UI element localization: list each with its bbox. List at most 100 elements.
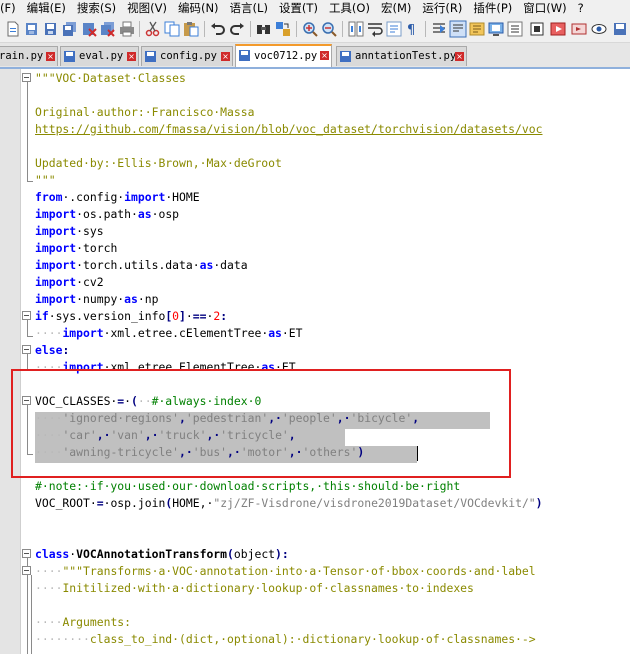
save-all-icon[interactable] <box>61 20 79 38</box>
code-line: Original·author:·Francisco·Massa <box>35 105 255 119</box>
open-icon[interactable] <box>23 20 41 38</box>
tab-config-py[interactable]: config.py × <box>141 46 233 66</box>
save-icon[interactable] <box>42 20 60 38</box>
code-line: else: <box>35 343 70 357</box>
macro-play-icon[interactable] <box>549 20 567 38</box>
fold-toggle[interactable] <box>22 73 31 82</box>
print-icon[interactable] <box>118 20 136 38</box>
menu-bar: (F) 编辑(E) 搜索(S) 视图(V) 编码(N) 语言(L) 设置(T) 工具(O) 宏(… <box>0 0 630 16</box>
code-line: import·numpy·as·np <box>35 292 159 306</box>
redo-icon[interactable] <box>228 20 246 38</box>
menu-plugins[interactable]: 插件(P) <box>467 0 517 16</box>
fold-toggle[interactable] <box>22 345 31 354</box>
tab-label: config.py <box>160 50 217 62</box>
fold-line <box>27 320 28 337</box>
toolbar-separator <box>139 21 140 37</box>
code-line: ····"""Transforms·a·VOC·annotation·into·… <box>35 564 536 578</box>
code-line: ········class_to_ind·(dict,·optional):·d… <box>35 632 536 646</box>
save-icon <box>340 51 351 62</box>
paste-icon[interactable] <box>182 20 200 38</box>
code-line: ····import·xml.etree.cElementTree·as·ET <box>35 326 303 340</box>
toolbar: ¶ <box>0 16 630 43</box>
zoom-in-icon[interactable] <box>301 20 319 38</box>
sync-scroll-icon[interactable] <box>347 20 365 38</box>
fold-toggle[interactable] <box>22 549 31 558</box>
tab-eval-py[interactable]: eval.py × <box>60 46 139 66</box>
undo-icon[interactable] <box>209 20 227 38</box>
macro-playback-icon[interactable] <box>570 20 588 38</box>
menu-encoding[interactable]: 编码(N) <box>172 0 224 16</box>
function-list-icon[interactable] <box>468 20 486 38</box>
doc-map-icon[interactable] <box>449 20 467 38</box>
indent-guide-icon[interactable]: ¶ <box>404 20 422 38</box>
toolbar-separator <box>425 21 426 37</box>
toolbar-separator <box>204 21 205 37</box>
tab-anntationtest-py[interactable]: anntationTest.py × <box>336 46 467 66</box>
tab-voc0712-py[interactable]: voc0712.py × <box>235 44 332 67</box>
cut-icon[interactable] <box>144 20 162 38</box>
code-editor[interactable]: """VOC·Dataset·Classes Original·author:·… <box>0 69 630 654</box>
save-icon <box>64 51 75 62</box>
docstring-link[interactable]: https://github.com/fmassa/vision/blob/vo… <box>35 122 542 136</box>
fold-end <box>27 336 33 337</box>
tab-label: eval.py <box>79 50 124 62</box>
close-icon[interactable]: × <box>221 52 230 61</box>
replace-icon[interactable] <box>274 20 292 38</box>
code-line: from·.config·import·HOME <box>35 190 200 204</box>
menu-help[interactable]: ? <box>572 0 589 16</box>
close-icon[interactable]: × <box>455 52 464 61</box>
close-all-icon[interactable] <box>99 20 117 38</box>
code-line: """VOC·Dataset·Classes <box>35 71 186 85</box>
code-line: if·sys.version_info[0]·==·2: <box>35 309 228 323</box>
menu-edit[interactable]: 编辑(E) <box>21 0 71 16</box>
fold-toggle[interactable] <box>22 566 31 575</box>
code-line: Updated·by:·Ellis·Brown,·Max·deGroot <box>35 156 282 170</box>
find-icon[interactable] <box>255 20 273 38</box>
toolbar-separator <box>250 21 251 37</box>
svg-text:¶: ¶ <box>407 23 415 38</box>
menu-settings[interactable]: 设置(T) <box>273 0 323 16</box>
tab-bar: rain.py × eval.py × config.py × voc0712.… <box>0 43 630 69</box>
macro-record-icon[interactable] <box>506 20 524 38</box>
tab-train-py[interactable]: rain.py × <box>0 46 58 66</box>
menu-language[interactable]: 语言(L) <box>224 0 273 16</box>
menu-tools[interactable]: 工具(O) <box>323 0 375 16</box>
code-line: import·os.path·as·osp <box>35 207 180 221</box>
fold-end <box>27 181 33 182</box>
code-line: import·sys <box>35 224 104 238</box>
fold-line <box>31 575 32 654</box>
tab-label: rain.py <box>0 50 44 62</box>
code-line: ····Initilized·with·a·dictionary·lookup·… <box>35 581 474 595</box>
close-icon[interactable]: × <box>46 52 55 61</box>
zoom-out-icon[interactable] <box>320 20 338 38</box>
show-all-chars-icon[interactable] <box>385 20 403 38</box>
view-icon[interactable] <box>590 20 608 38</box>
menu-window[interactable]: 窗口(W) <box>517 0 571 16</box>
code-line: import·torch <box>35 241 118 255</box>
word-wrap-icon[interactable] <box>366 20 384 38</box>
highlight-annotation-box <box>11 369 511 478</box>
close-icon[interactable]: × <box>127 52 136 61</box>
monitor-icon[interactable] <box>487 20 505 38</box>
fold-toggle[interactable] <box>22 311 31 320</box>
macro-stop-icon[interactable] <box>528 20 546 38</box>
user-lang-icon[interactable] <box>430 20 448 38</box>
code-line: import·torch.utils.data·as·data <box>35 258 248 272</box>
copy-icon[interactable] <box>163 20 181 38</box>
code-line: class·VOCAnnotationTransform(object): <box>35 547 289 561</box>
menu-search[interactable]: 搜索(S) <box>71 0 121 16</box>
menu-macro[interactable]: 宏(M) <box>375 0 416 16</box>
menu-run[interactable]: 运行(R) <box>416 0 467 16</box>
toolbar-separator <box>296 21 297 37</box>
new-icon[interactable] <box>4 20 22 38</box>
menu-view[interactable]: 视图(V) <box>121 0 172 16</box>
menu-file[interactable]: (F) <box>0 0 21 16</box>
code-line: import·cv2 <box>35 275 104 289</box>
code-line: https://github.com/fmassa/vision/blob/vo… <box>35 121 542 138</box>
close-icon[interactable] <box>80 20 98 38</box>
code-line: ····Arguments: <box>35 615 132 629</box>
save-macro-icon[interactable] <box>611 20 629 38</box>
close-icon[interactable]: × <box>320 51 329 60</box>
line-number-gutter[interactable] <box>0 69 21 654</box>
code-line: """ <box>35 173 56 187</box>
